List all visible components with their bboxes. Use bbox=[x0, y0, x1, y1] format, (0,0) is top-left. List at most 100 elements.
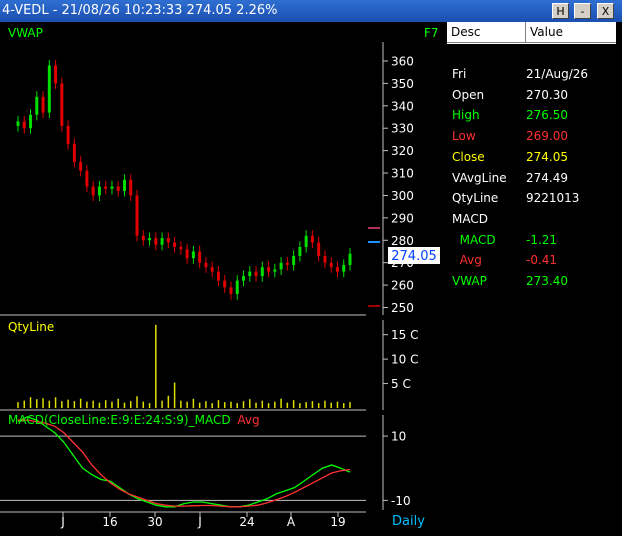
data-row-desc: VAvgLine bbox=[452, 170, 507, 185]
macd-label: MACD(CloseLine:E:9:E:24:S:9)_MACD bbox=[8, 413, 231, 427]
price-candle bbox=[235, 280, 239, 295]
price-y-tick-label: 250 bbox=[391, 301, 414, 315]
price-candle bbox=[310, 235, 314, 243]
desc-column-header[interactable]: Desc bbox=[447, 22, 526, 43]
data-panel-header: Desc Value bbox=[447, 22, 616, 44]
title-bar[interactable]: 4-VEDL - 21/08/26 10:23:33 274.05 2.26% … bbox=[0, 0, 622, 22]
data-row-value: 21/Aug/26 bbox=[526, 67, 589, 81]
data-row-value: 274.05 bbox=[526, 149, 568, 164]
data-row-desc: QtyLine bbox=[452, 191, 499, 206]
chart-area[interactable]: 2502602702802903003103203303403503605 C1… bbox=[0, 22, 446, 536]
macd-y-tick-label: 10 bbox=[391, 430, 406, 444]
price-candle bbox=[135, 195, 139, 236]
data-row: VAvgLine 274.49 bbox=[447, 168, 622, 188]
price-candle bbox=[267, 267, 271, 272]
qty-y-tick-label: 10 C bbox=[391, 353, 418, 367]
price-candle bbox=[129, 179, 133, 196]
price-candle bbox=[229, 287, 233, 295]
price-candle bbox=[22, 121, 26, 129]
price-candle bbox=[210, 267, 214, 272]
data-row: Avg -0.41 bbox=[447, 250, 622, 270]
price-y-tick-label: 320 bbox=[391, 144, 414, 158]
price-candle bbox=[242, 276, 246, 281]
macd-panel-label: MACD(CloseLine:E:9:E:24:S:9)_MACD Avg bbox=[8, 413, 260, 427]
qty-y-tick-label: 15 C bbox=[391, 328, 418, 342]
price-candle bbox=[198, 251, 202, 263]
price-candle bbox=[335, 267, 339, 272]
price-y-tick-label: 300 bbox=[391, 189, 414, 203]
data-row-desc: MACD bbox=[452, 211, 488, 226]
price-candle bbox=[54, 65, 58, 84]
data-row-value: 270.30 bbox=[526, 87, 568, 102]
price-candle bbox=[122, 179, 126, 191]
price-candle bbox=[254, 271, 258, 277]
price-candle bbox=[273, 269, 277, 272]
price-candle bbox=[317, 242, 321, 256]
price-candle bbox=[173, 242, 177, 247]
price-candle bbox=[97, 186, 101, 196]
data-row: MACD -1.21 bbox=[447, 230, 622, 250]
price-candle bbox=[304, 235, 308, 247]
x-tick-label: 24 bbox=[239, 515, 254, 529]
data-row-desc: Close bbox=[452, 149, 485, 164]
data-row: VWAP 273.40 bbox=[447, 271, 622, 291]
price-y-tick-label: 280 bbox=[391, 234, 414, 248]
price-y-tick-label: 350 bbox=[391, 77, 414, 91]
price-y-tick-label: 290 bbox=[391, 211, 414, 225]
price-candle bbox=[85, 170, 89, 187]
price-candle bbox=[323, 255, 327, 263]
data-row: QtyLine 9221013 bbox=[447, 188, 622, 208]
price-candle bbox=[185, 249, 189, 259]
price-candle bbox=[204, 262, 208, 268]
price-candle bbox=[47, 65, 51, 113]
price-y-tick-label: 330 bbox=[391, 122, 414, 136]
price-candle bbox=[223, 280, 227, 288]
window-title: 4-VEDL - 21/08/26 10:23:33 274.05 2.26% bbox=[2, 3, 278, 18]
qty-y-tick-label: 5 C bbox=[391, 377, 411, 391]
price-candle bbox=[348, 253, 352, 265]
price-candle bbox=[279, 262, 283, 270]
data-row-desc: Fri bbox=[452, 67, 467, 81]
data-row: Fri 21/Aug/26 bbox=[447, 64, 622, 84]
data-row-value: 276.50 bbox=[526, 108, 568, 123]
x-tick-label: J bbox=[60, 515, 65, 529]
price-candle bbox=[116, 186, 120, 191]
price-candle bbox=[66, 125, 70, 144]
price-candle bbox=[329, 262, 333, 268]
data-row-value: -0.41 bbox=[526, 253, 558, 268]
price-candle bbox=[160, 238, 164, 245]
price-candle bbox=[91, 186, 95, 196]
help-button[interactable]: H bbox=[552, 3, 569, 19]
price-candle bbox=[60, 83, 64, 126]
data-row-desc: High bbox=[452, 108, 480, 123]
price-y-tick-label: 260 bbox=[391, 279, 414, 293]
data-row: Open 270.30 bbox=[447, 85, 622, 105]
x-tick-label: 16 bbox=[102, 515, 117, 529]
price-candle bbox=[216, 271, 220, 281]
macd-y-tick-label: -10 bbox=[391, 494, 411, 508]
price-candle bbox=[41, 96, 45, 113]
price-candle bbox=[79, 161, 83, 171]
close-button[interactable]: X bbox=[597, 3, 614, 19]
price-candle bbox=[166, 238, 170, 243]
data-row: MACD bbox=[447, 209, 622, 229]
price-candle bbox=[104, 186, 108, 189]
x-tick-label: A bbox=[287, 515, 296, 529]
price-candle bbox=[148, 238, 152, 241]
price-candle bbox=[191, 251, 195, 259]
data-row-value: 274.49 bbox=[526, 170, 568, 185]
last-price-label: 274.05 bbox=[391, 249, 437, 264]
shortcut-label: F7 bbox=[424, 26, 439, 40]
price-candle bbox=[285, 262, 289, 265]
macd-avg-label: Avg bbox=[237, 413, 259, 427]
x-tick-label: 30 bbox=[147, 515, 162, 529]
price-candle bbox=[298, 247, 302, 256]
period-label[interactable]: Daily bbox=[392, 514, 425, 529]
value-column-header[interactable]: Value bbox=[526, 22, 616, 43]
data-row-value: 9221013 bbox=[526, 191, 580, 206]
data-row-desc: Low bbox=[452, 129, 476, 144]
price-candle bbox=[292, 255, 296, 265]
price-candle bbox=[179, 247, 183, 250]
price-candle bbox=[141, 235, 145, 241]
minimize-button[interactable]: - bbox=[574, 3, 591, 19]
